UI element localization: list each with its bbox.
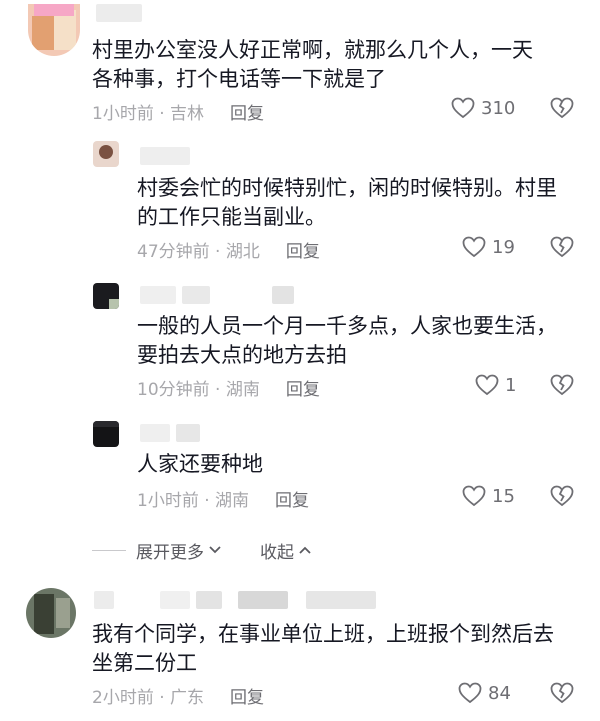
like-count: 84 [488,682,511,704]
broken-heart-icon[interactable] [550,97,574,119]
comment-time-location: 1小时前 · 吉林 [92,104,205,124]
broken-heart-icon[interactable] [550,236,574,258]
avatar[interactable] [93,283,119,309]
replies-expand-bar: 展开更多 收起 [92,538,522,563]
comment-meta: 1小时前 · 吉林 回复 [92,99,264,124]
username-redacted[interactable] [140,146,190,166]
username-redacted[interactable] [94,590,376,610]
expand-more-label: 展开更多 [136,542,204,563]
reply-button[interactable]: 回复 [230,99,264,124]
avatar[interactable] [26,588,76,638]
username-redacted[interactable] [140,423,200,443]
heart-outline-icon [475,374,499,396]
divider-line [92,549,126,551]
avatar[interactable] [93,421,119,447]
comment-text: 村委会忙的时候特别忙，闲的时候特别。村里的工作只能当副业。 [137,176,557,229]
reply-button[interactable]: 回复 [286,237,320,262]
avatar[interactable] [93,141,119,167]
comment-text: 人家还要种地 [137,452,263,476]
comment-time-location: 10分钟前 · 湖南 [137,380,260,400]
collapse-label: 收起 [260,542,294,563]
chevron-down-icon [209,546,221,554]
like-count: 310 [481,97,516,119]
chevron-up-icon [299,546,311,554]
reply-button[interactable]: 回复 [275,486,309,511]
like-button[interactable]: 19 [462,236,515,258]
username-redacted[interactable] [96,3,142,23]
like-button[interactable]: 84 [458,682,511,704]
comment-meta: 2小时前 · 广东 回复 [92,683,264,708]
heart-outline-icon [451,97,475,119]
comment-text: 村里办公室没人好正常啊，就那么几个人，一天各种事，打个电话等一下就是了 [92,38,533,91]
like-count: 1 [505,374,517,396]
comment-text: 一般的人员一个月一千多点，人家也要生活，要拍去大点的地方去拍 [137,314,557,367]
broken-heart-icon[interactable] [550,682,574,704]
like-count: 19 [492,236,515,258]
comment-time-location: 47分钟前 · 湖北 [137,242,260,262]
comment-time-location: 2小时前 · 广东 [92,688,205,708]
reply-button[interactable]: 回复 [230,683,264,708]
like-button[interactable]: 1 [475,374,516,396]
username-redacted[interactable] [140,285,294,305]
like-count: 15 [492,485,515,507]
broken-heart-icon[interactable] [550,485,574,507]
avatar[interactable] [28,4,80,56]
heart-outline-icon [458,682,482,704]
comment-meta: 10分钟前 · 湖南 回复 [137,375,320,400]
reply-button[interactable]: 回复 [286,375,320,400]
heart-outline-icon [462,236,486,258]
like-button[interactable]: 15 [462,485,515,507]
like-button[interactable]: 310 [451,97,515,119]
collapse-button[interactable]: 收起 [260,538,312,563]
comment-meta: 47分钟前 · 湖北 回复 [137,237,320,262]
broken-heart-icon[interactable] [550,374,574,396]
comment-time-location: 1小时前 · 湖南 [137,491,250,511]
comment-meta: 1小时前 · 湖南 回复 [137,486,309,511]
expand-more-button[interactable]: 展开更多 [136,538,222,563]
heart-outline-icon [462,485,486,507]
comment-text: 我有个同学，在事业单位上班，上班报个到然后去坐第二份工 [92,622,554,675]
